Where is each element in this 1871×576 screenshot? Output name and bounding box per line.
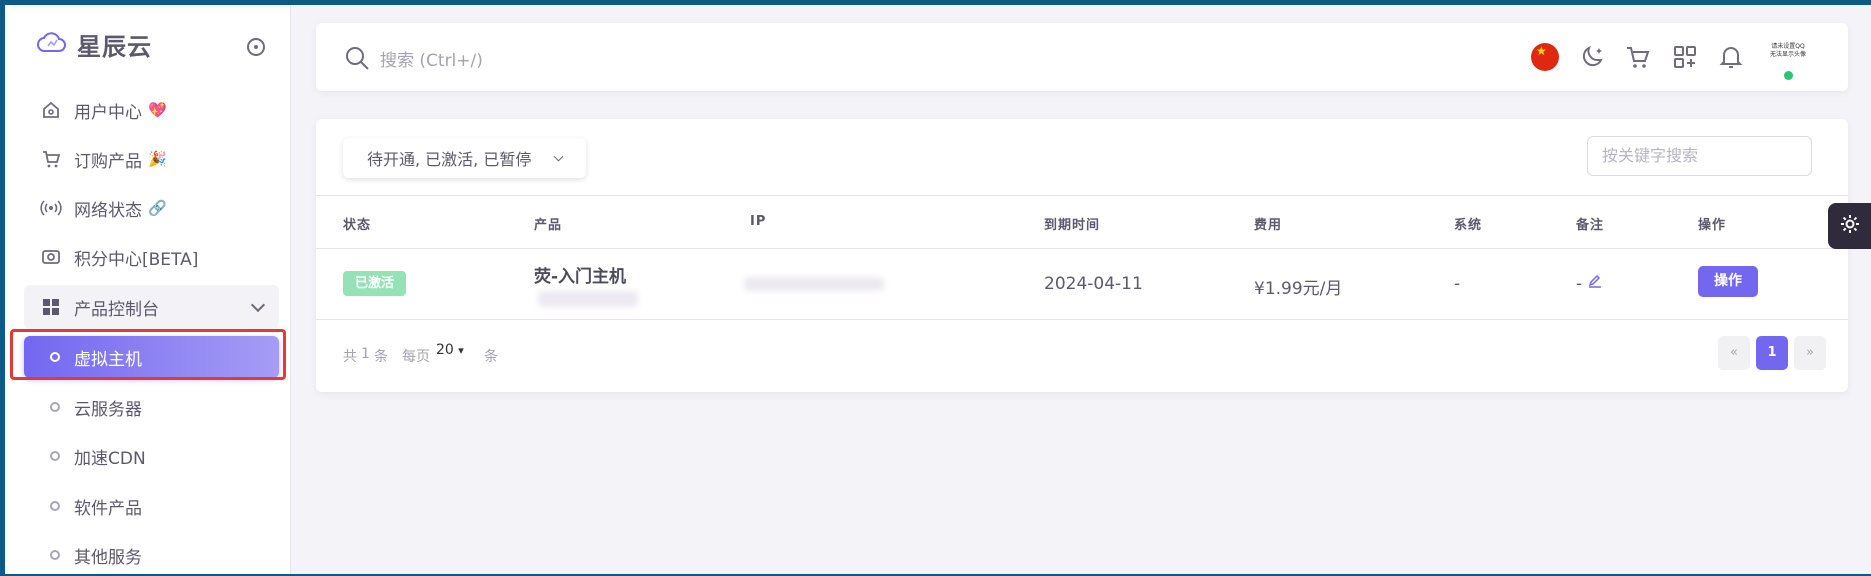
col-status: 状态	[343, 218, 372, 233]
moon-icon[interactable]	[1578, 43, 1606, 71]
next-page-button[interactable]: »	[1794, 336, 1826, 370]
sidebar-item-network-status[interactable]: 网络状态 🔗	[24, 186, 279, 230]
cart-icon	[40, 148, 62, 170]
status-badge: 已激活	[343, 271, 407, 296]
system-value: -	[1454, 274, 1461, 294]
expiry-date: 2024-04-11	[1044, 274, 1143, 294]
avatar[interactable]: 请未设置QQ 无法显示头像	[1768, 43, 1808, 80]
circle-icon	[50, 451, 60, 461]
table-row: 已激活 荧-入门主机 2024-04-11 ¥1.99元/月 - - 操作	[316, 249, 1848, 320]
total-count: 1	[361, 346, 370, 362]
fee-value: ¥1.99元/月	[1254, 279, 1343, 299]
sidebar-item-label: 产品控制台	[74, 299, 159, 320]
note-value: -	[1576, 274, 1583, 294]
action-button[interactable]: 操作	[1698, 266, 1758, 297]
bell-icon[interactable]	[1717, 43, 1745, 71]
heart-icon: 💖	[148, 101, 167, 119]
sidebar-subitem-label: 其他服务	[74, 547, 142, 568]
per-page-label: 每页	[402, 349, 430, 365]
broadcast-icon	[40, 197, 62, 219]
sidebar-subitem-software[interactable]: 软件产品	[24, 485, 279, 527]
col-system: 系统	[1454, 218, 1483, 233]
sidebar-item-product-console[interactable]: 产品控制台	[24, 285, 279, 329]
page-button-current[interactable]: 1	[1756, 336, 1788, 370]
top-navbar: 搜索 (Ctrl+/) 请未设置QQ 无法显示头像	[316, 23, 1848, 91]
col-ip: IP	[750, 214, 767, 229]
total-suffix: 条	[374, 349, 388, 365]
sidebar-item-label: 用户中心	[74, 102, 142, 123]
sidebar-item-label: 积分中心[BETA]	[74, 249, 199, 270]
brand-name: 星辰云	[77, 33, 152, 61]
per-page-suffix: 条	[484, 349, 498, 365]
cloud-logo-icon	[37, 31, 67, 59]
chevron-down-icon: ▾	[458, 344, 464, 357]
redacted-ip	[744, 277, 884, 291]
sidebar-subitem-label: 软件产品	[74, 498, 142, 519]
col-expiry: 到期时间	[1044, 218, 1101, 233]
keyword-search-input[interactable]: 按关键字搜索	[1587, 136, 1812, 176]
col-product: 产品	[534, 218, 563, 233]
pencil-icon[interactable]	[1588, 273, 1602, 292]
sidebar-item-order[interactable]: 订购产品 🎉	[24, 137, 279, 181]
product-name[interactable]: 荧-入门主机	[534, 262, 626, 287]
gear-icon	[1839, 213, 1861, 239]
col-note: 备注	[1576, 218, 1605, 233]
chevron-down-icon	[553, 151, 564, 162]
circle-icon	[50, 550, 60, 560]
circle-icon	[50, 501, 60, 511]
home-icon	[40, 99, 62, 121]
sidebar-item-points[interactable]: 积分中心[BETA]	[24, 235, 279, 279]
sidebar-subitem-label: 云服务器	[74, 399, 142, 420]
grid-icon	[40, 296, 62, 318]
col-action: 操作	[1698, 218, 1727, 233]
per-page-select[interactable]: 20 ▾	[436, 342, 464, 358]
product-list-card: 待开通, 已激活, 已暂停 按关键字搜索 状态 产品 IP 到期时间 费用 系统…	[316, 119, 1848, 392]
sidebar-item-user-center[interactable]: 用户中心 💖	[24, 88, 279, 132]
table-header: 状态 产品 IP 到期时间 费用 系统 备注 操作	[316, 195, 1848, 249]
total-prefix: 共	[343, 349, 357, 365]
sidebar-toggle-icon[interactable]	[247, 38, 265, 56]
chevron-down-icon	[250, 297, 266, 313]
sidebar-item-label: 订购产品	[74, 151, 142, 172]
cart-icon[interactable]	[1624, 43, 1652, 71]
search-icon[interactable]	[344, 45, 370, 75]
settings-gear-button[interactable]	[1828, 203, 1871, 249]
sidebar-subitem-cloud-server[interactable]: 云服务器	[24, 386, 279, 428]
party-icon: 🎉	[148, 150, 167, 168]
highlight-annotation	[10, 329, 286, 380]
redacted-product-detail	[538, 291, 638, 307]
circle-icon	[50, 402, 60, 412]
online-status-dot	[1784, 71, 1793, 80]
camera-icon	[40, 246, 62, 268]
apps-add-icon[interactable]	[1671, 43, 1699, 71]
brand[interactable]: 星辰云	[37, 27, 152, 62]
china-flag-icon[interactable]	[1531, 43, 1559, 71]
col-fee: 费用	[1254, 218, 1283, 233]
status-filter-select[interactable]: 待开通, 已激活, 已暂停	[343, 138, 586, 178]
sidebar-subitem-other[interactable]: 其他服务	[24, 534, 279, 576]
search-input[interactable]: 搜索 (Ctrl+/)	[380, 46, 483, 71]
sidebar: 星辰云 用户中心 💖 订购产品 🎉 网络状态 🔗 积分中心[BETA] 产品控制…	[5, 5, 291, 574]
prev-page-button[interactable]: «	[1718, 336, 1750, 370]
sidebar-subitem-cdn[interactable]: 加速CDN	[24, 435, 279, 477]
link-icon: 🔗	[148, 199, 167, 217]
sidebar-item-label: 网络状态	[74, 200, 142, 221]
sidebar-subitem-label: 加速CDN	[74, 448, 146, 469]
